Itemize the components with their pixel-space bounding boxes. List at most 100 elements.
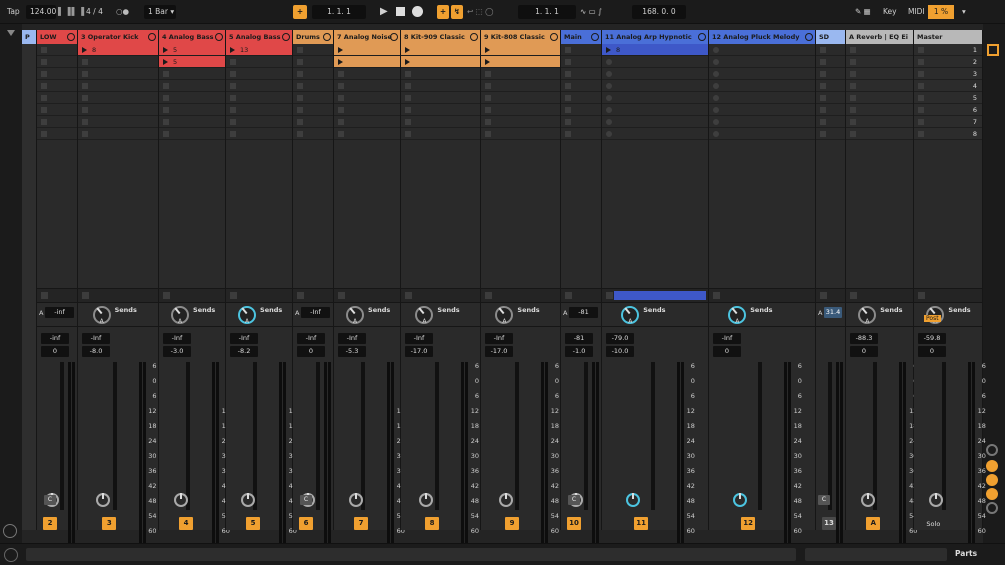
clip-stop-icon[interactable] bbox=[297, 71, 303, 77]
clip-slot[interactable] bbox=[78, 128, 158, 140]
clip-slot[interactable] bbox=[561, 104, 601, 116]
clip-slot[interactable] bbox=[226, 104, 292, 116]
clip-stop-icon[interactable] bbox=[820, 59, 826, 65]
pan-knob[interactable] bbox=[95, 493, 110, 507]
stop-clips-icon[interactable] bbox=[713, 292, 720, 299]
clip-slot[interactable] bbox=[846, 56, 913, 68]
track-header[interactable]: 8 Kit-909 Classic bbox=[401, 30, 480, 44]
clip-slot[interactable] bbox=[846, 104, 913, 116]
volume-fader[interactable] bbox=[360, 362, 365, 510]
draw-mode-icon[interactable]: ✎ ▦ bbox=[855, 5, 871, 19]
volume-fader[interactable] bbox=[515, 362, 519, 510]
clip-slot[interactable] bbox=[816, 80, 845, 92]
clip-slot[interactable] bbox=[709, 104, 815, 116]
clip-slot[interactable] bbox=[159, 104, 225, 116]
clip-slot[interactable] bbox=[816, 44, 845, 56]
play-icon[interactable] bbox=[4, 548, 18, 562]
metronome-icon[interactable]: ○● bbox=[116, 5, 129, 19]
track-header[interactable]: A Reverb | EQ Ei bbox=[846, 30, 913, 44]
pan-value[interactable]: -5.3 bbox=[338, 346, 366, 357]
clip-stop-icon[interactable] bbox=[850, 47, 856, 53]
clip-stop-icon[interactable] bbox=[230, 59, 236, 65]
clip-slot[interactable] bbox=[709, 80, 815, 92]
scene-number[interactable]: 2 bbox=[914, 58, 982, 66]
stop-clips-icon[interactable] bbox=[297, 292, 304, 299]
clip-stop-icon[interactable] bbox=[297, 131, 303, 137]
parts-label[interactable]: Parts bbox=[955, 549, 977, 558]
track-activator-button[interactable]: 8 bbox=[425, 517, 439, 530]
clip-stop-icon[interactable] bbox=[565, 83, 571, 89]
clip-slot[interactable]: 8 bbox=[602, 44, 708, 56]
clip-stop-icon[interactable] bbox=[338, 71, 344, 77]
clip-slot[interactable] bbox=[334, 44, 400, 56]
clip-stop-icon[interactable] bbox=[713, 119, 719, 125]
clip-stop-icon[interactable] bbox=[82, 119, 88, 125]
clip-stop-icon[interactable] bbox=[565, 47, 571, 53]
clip-stop-icon[interactable] bbox=[606, 131, 612, 137]
volume-value[interactable]: -Inf bbox=[230, 333, 258, 344]
clip-slot[interactable] bbox=[481, 44, 560, 56]
clip-stop-icon[interactable] bbox=[338, 83, 344, 89]
volume-value[interactable]: -79.0 bbox=[606, 333, 634, 344]
scene-number[interactable]: 1 bbox=[914, 46, 982, 54]
clip-slot[interactable]: 5 bbox=[159, 44, 225, 56]
clip-slot[interactable] bbox=[602, 104, 708, 116]
fold-icon[interactable] bbox=[390, 33, 398, 41]
clip-stop-icon[interactable] bbox=[565, 119, 571, 125]
clip-stop-icon[interactable] bbox=[713, 131, 719, 137]
fold-icon[interactable] bbox=[591, 33, 599, 41]
clip-stop-icon[interactable] bbox=[338, 95, 344, 101]
crossfade-c-button[interactable]: C bbox=[44, 495, 56, 505]
post-button[interactable]: Post bbox=[924, 315, 941, 322]
volume-value[interactable]: -Inf bbox=[713, 333, 741, 344]
clip-slot[interactable] bbox=[401, 68, 480, 80]
track-activator-button[interactable]: 7 bbox=[354, 517, 369, 530]
pan-value[interactable]: 0 bbox=[297, 346, 325, 357]
clip-play-icon[interactable] bbox=[485, 47, 490, 53]
clip-slot[interactable] bbox=[78, 80, 158, 92]
clip-slot[interactable] bbox=[561, 92, 601, 104]
scene-number[interactable]: 6 bbox=[914, 106, 982, 114]
clip-stop-icon[interactable] bbox=[41, 95, 47, 101]
clip-stop-icon[interactable] bbox=[850, 71, 856, 77]
clip-stop-icon[interactable] bbox=[230, 119, 236, 125]
reenable-automation-icon[interactable]: ↩ ⬚ ◯ bbox=[467, 5, 494, 19]
clip-slot[interactable] bbox=[709, 128, 815, 140]
clip-stop-icon[interactable] bbox=[338, 119, 344, 125]
track-header[interactable]: Drums bbox=[293, 30, 333, 44]
volume-fader[interactable] bbox=[252, 362, 257, 510]
send-value[interactable]: -inf bbox=[45, 307, 74, 318]
clip-stop-icon[interactable] bbox=[297, 95, 303, 101]
stop-icon[interactable] bbox=[396, 7, 405, 16]
clip-slot[interactable] bbox=[561, 128, 601, 140]
clip-stop-icon[interactable] bbox=[230, 83, 236, 89]
clip-slot[interactable] bbox=[709, 56, 815, 68]
sends-toggle-icon[interactable] bbox=[986, 460, 998, 472]
clip-stop-icon[interactable] bbox=[82, 71, 88, 77]
pan-value[interactable]: -1.0 bbox=[565, 346, 593, 357]
track-header[interactable]: 5 Analog Bass bbox=[226, 30, 292, 44]
clip-slot[interactable] bbox=[481, 104, 560, 116]
clip-stop-icon[interactable] bbox=[338, 131, 344, 137]
clip-stop-icon[interactable] bbox=[713, 95, 719, 101]
track-activator-button[interactable]: 6 bbox=[299, 517, 313, 530]
pan-value[interactable]: -10.0 bbox=[606, 346, 634, 357]
clip-slot[interactable] bbox=[602, 68, 708, 80]
clip-stop-icon[interactable] bbox=[850, 107, 856, 113]
clip-slot[interactable] bbox=[78, 68, 158, 80]
clip-stop-icon[interactable] bbox=[163, 95, 169, 101]
clip-slot[interactable] bbox=[334, 128, 400, 140]
clip-play-icon[interactable] bbox=[163, 59, 168, 65]
clip-slot[interactable] bbox=[709, 44, 815, 56]
track-activator-button[interactable]: 12 bbox=[741, 517, 756, 530]
clip-stop-icon[interactable] bbox=[41, 83, 47, 89]
clip-slot[interactable] bbox=[561, 44, 601, 56]
fold-icon[interactable] bbox=[215, 33, 223, 41]
record-icon[interactable] bbox=[412, 6, 423, 17]
clip-stop-icon[interactable] bbox=[820, 95, 826, 101]
volume-value[interactable]: -Inf bbox=[297, 333, 325, 344]
clip-stop-icon[interactable] bbox=[405, 71, 411, 77]
scene-number[interactable]: 5 bbox=[914, 94, 982, 102]
clip-stop-icon[interactable] bbox=[405, 119, 411, 125]
clip-stop-icon[interactable] bbox=[297, 83, 303, 89]
